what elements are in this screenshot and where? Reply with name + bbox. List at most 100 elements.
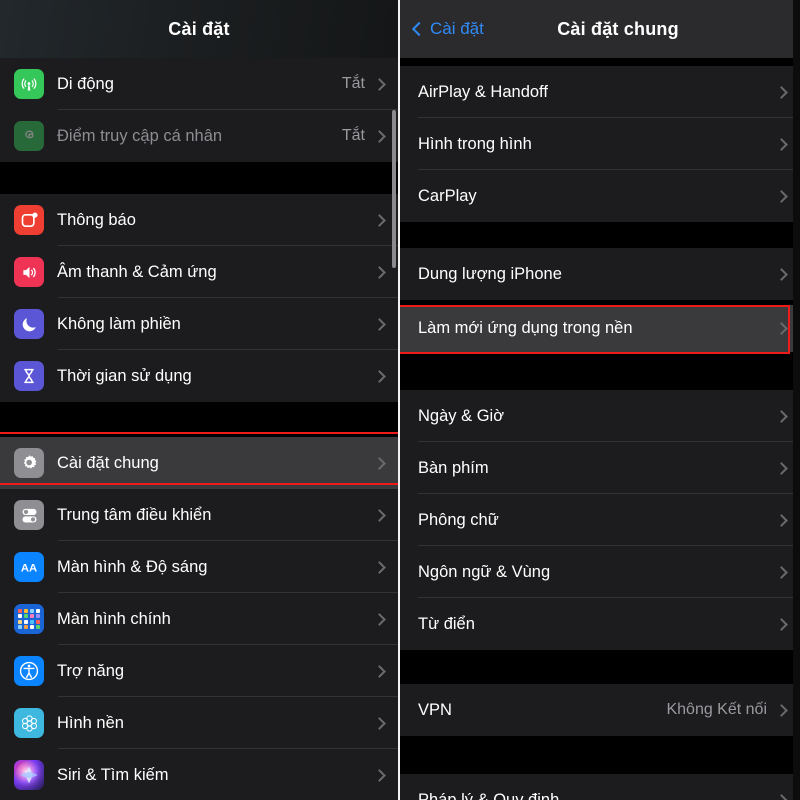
left-section-gap-1: [0, 162, 398, 194]
chevron-right-icon: [373, 317, 386, 331]
row-label: Trung tâm điều khiển: [57, 505, 212, 524]
sidebar-item-thong-bao[interactable]: Thông báo: [0, 194, 398, 246]
chevron-right-icon: [775, 703, 788, 717]
sidebar-item-man-hinh-do-sang[interactable]: AA Màn hình & Độ sáng: [0, 541, 398, 593]
row-label: VPN: [418, 700, 452, 719]
right-edge-strip: [793, 0, 800, 800]
chevron-right-icon: [373, 265, 386, 279]
home-grid-dots: [18, 609, 40, 629]
personal-hotspot-icon: [14, 121, 44, 151]
list-item-tu-dien[interactable]: Từ điển: [400, 598, 800, 650]
row-label: Di động: [57, 74, 114, 93]
row-label: Từ điển: [418, 614, 475, 633]
right-section-gap-3: [400, 352, 800, 390]
sidebar-item-cai-dat-chung[interactable]: Cài đặt chung: [0, 437, 398, 489]
right-section-vpn: VPN Không Kết nối: [400, 684, 800, 736]
chevron-right-icon: [775, 617, 788, 631]
right-section-locale: Ngày & Giờ Bàn phím Phông chữ Ngôn ngữ &…: [400, 390, 800, 650]
sidebar-item-man-hinh-chinh[interactable]: Màn hình chính: [0, 593, 398, 645]
back-button[interactable]: Cài đặt: [411, 0, 484, 58]
left-panel-scrollbar[interactable]: [392, 110, 396, 268]
chevron-right-icon: [373, 612, 386, 626]
row-label: Ngày & Giờ: [418, 406, 505, 425]
settings-comparison-screenshot: Cài đặt Di động Tắt Điểm truy cập cá nhâ…: [0, 0, 800, 800]
row-value: Không Kết nối: [666, 701, 767, 718]
right-section-gap-1: [400, 222, 800, 248]
siri-icon: [14, 760, 44, 790]
row-value: Tắt: [341, 127, 365, 144]
list-item-ngay-gio[interactable]: Ngày & Giờ: [400, 390, 800, 442]
home-screen-grid-icon: [14, 604, 44, 634]
right-general-settings-panel: Cài đặt Cài đặt chung AirPlay & Handoff …: [400, 0, 800, 800]
sidebar-item-am-thanh-cam-ung[interactable]: Âm thanh & Cảm ứng: [0, 246, 398, 298]
chevron-right-icon: [373, 213, 386, 227]
notifications-icon: [14, 205, 44, 235]
row-label: Màn hình & Độ sáng: [57, 557, 208, 576]
row-label: Phông chữ: [418, 510, 499, 529]
chevron-right-icon: [775, 793, 788, 800]
chevron-right-icon: [373, 664, 386, 678]
chevron-left-icon: [411, 21, 427, 37]
list-item-airplay-handoff[interactable]: AirPlay & Handoff: [400, 66, 800, 118]
sidebar-item-khong-lam-phien[interactable]: Không làm phiền: [0, 298, 398, 350]
general-gear-icon: [14, 448, 44, 478]
row-label: Không làm phiền: [57, 314, 181, 333]
right-top-gap: [400, 58, 800, 66]
row-label: Âm thanh & Cảm ứng: [57, 262, 217, 281]
row-label: Ngôn ngữ & Vùng: [418, 562, 551, 581]
right-page-title: Cài đặt chung: [557, 18, 679, 39]
row-label: Bàn phím: [418, 458, 489, 477]
right-section-background-refresh: Làm mới ứng dụng trong nền: [400, 305, 800, 352]
list-item-ban-phim[interactable]: Bàn phím: [400, 442, 800, 494]
left-section-system: Cài đặt chung Trung tâm điều khiển AA Mà…: [0, 437, 398, 800]
row-label: Điểm truy cập cá nhân: [57, 126, 223, 145]
sidebar-item-trung-tam-dieu-khien[interactable]: Trung tâm điều khiển: [0, 489, 398, 541]
list-item-vpn[interactable]: VPN Không Kết nối: [400, 684, 800, 736]
row-label: Làm mới ứng dụng trong nền: [418, 319, 633, 337]
left-page-title: Cài đặt: [168, 18, 230, 39]
right-section-gap-5: [400, 736, 800, 774]
list-item-lam-moi-ung-dung-trong-nen[interactable]: Làm mới ứng dụng trong nền: [400, 305, 800, 352]
chevron-right-icon: [775, 513, 788, 527]
do-not-disturb-moon-icon: [14, 309, 44, 339]
left-section-alerts: Thông báo Âm thanh & Cảm ứng Không làm p…: [0, 194, 398, 402]
list-item-phong-chu[interactable]: Phông chữ: [400, 494, 800, 546]
display-brightness-aa-icon: AA: [14, 552, 44, 582]
back-button-label: Cài đặt: [430, 19, 484, 38]
sidebar-item-diem-truy-cap-ca-nhan[interactable]: Điểm truy cập cá nhân Tắt: [0, 110, 398, 162]
list-item-carplay[interactable]: CarPlay: [400, 170, 800, 222]
row-label: Siri & Tìm kiếm: [57, 765, 169, 784]
right-section-airplay: AirPlay & Handoff Hình trong hình CarPla…: [400, 66, 800, 222]
chevron-right-icon: [373, 456, 386, 470]
list-item-dung-luong-iphone[interactable]: Dung lượng iPhone: [400, 248, 800, 300]
sidebar-item-siri-tim-kiem[interactable]: Siri & Tìm kiếm: [0, 749, 398, 800]
wallpaper-flower-icon: [14, 708, 44, 738]
sidebar-item-hinh-nen[interactable]: Hình nền: [0, 697, 398, 749]
chevron-right-icon: [373, 77, 386, 91]
row-label: Cài đặt chung: [57, 453, 159, 472]
sidebar-item-di-dong[interactable]: Di động Tắt: [0, 58, 398, 110]
screen-time-hourglass-icon: [14, 361, 44, 391]
left-section-connectivity: Di động Tắt Điểm truy cập cá nhân Tắt: [0, 58, 398, 162]
accessibility-icon: [14, 656, 44, 686]
sidebar-item-tro-nang[interactable]: Trợ năng: [0, 645, 398, 697]
row-label: AirPlay & Handoff: [418, 82, 548, 101]
row-label: CarPlay: [418, 186, 477, 205]
chevron-right-icon: [775, 409, 788, 423]
right-section-gap-4: [400, 650, 800, 684]
chevron-right-icon: [373, 369, 386, 383]
chevron-right-icon: [373, 768, 386, 782]
chevron-right-icon: [775, 267, 788, 281]
sounds-haptics-icon: [14, 257, 44, 287]
chevron-right-icon: [373, 560, 386, 574]
list-item-phap-ly-quy-dinh[interactable]: Pháp lý & Quy định: [400, 774, 800, 800]
cellular-icon: [14, 69, 44, 99]
list-item-hinh-trong-hinh[interactable]: Hình trong hình: [400, 118, 800, 170]
chevron-right-icon: [775, 565, 788, 579]
row-label: Trợ năng: [57, 661, 125, 680]
row-value: Tắt: [341, 75, 365, 92]
chevron-right-icon: [775, 85, 788, 99]
left-navigation-bar: Cài đặt: [0, 0, 398, 58]
list-item-ngon-ngu-vung[interactable]: Ngôn ngữ & Vùng: [400, 546, 800, 598]
sidebar-item-thoi-gian-su-dung[interactable]: Thời gian sử dụng: [0, 350, 398, 402]
